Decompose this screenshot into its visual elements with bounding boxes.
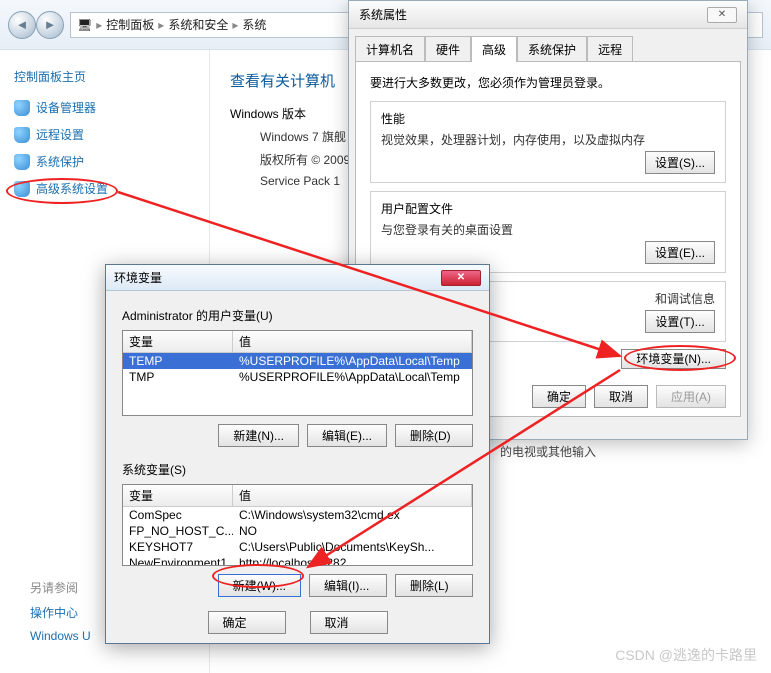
dialog-footer: 确定 取消 应用(A) — [532, 385, 726, 408]
breadcrumb-icon: 🖥 — [77, 18, 92, 32]
sidebar-item-device-manager[interactable]: 设备管理器 — [14, 99, 195, 116]
list-row[interactable]: NewEnvironment1http://localhost:8282 — [123, 555, 472, 566]
list-row[interactable]: FP_NO_HOST_C...NO — [123, 523, 472, 539]
settings-button[interactable]: 设置(E)... — [645, 241, 715, 264]
list-header: 变量 值 — [123, 331, 472, 353]
edit-button[interactable]: 编辑(E)... — [307, 424, 387, 447]
cancel-button[interactable]: 取消 — [594, 385, 648, 408]
sys-vars-label: 系统变量(S) — [122, 461, 473, 478]
delete-button[interactable]: 删除(D) — [395, 424, 473, 447]
group-user-profile: 用户配置文件 与您登录有关的桌面设置 设置(E)... — [370, 191, 726, 273]
list-row[interactable]: ComSpecC:\Windows\system32\cmd.ex — [123, 507, 472, 523]
shield-icon — [14, 100, 30, 116]
new-button[interactable]: 新建(N)... — [218, 424, 299, 447]
back-button[interactable]: ◄ — [8, 11, 36, 39]
watermark: CSDN @逃逸的卡路里 — [615, 645, 757, 665]
dialog-titlebar[interactable]: 系统属性 ✕ — [349, 1, 747, 29]
settings-button[interactable]: 设置(T)... — [645, 310, 715, 333]
nav-buttons: ◄ ► — [8, 11, 64, 39]
list-row[interactable]: TMP %USERPROFILE%\AppData\Local\Temp — [123, 369, 472, 385]
env-var-button[interactable]: 环境变量(N)... — [621, 349, 726, 369]
see-also-link[interactable]: Windows U — [30, 629, 91, 643]
list-row[interactable]: KEYSHOT7C:\Users\Public\Documents\KeySh.… — [123, 539, 472, 555]
close-icon[interactable]: ✕ — [707, 7, 737, 23]
sidebar-item-remote[interactable]: 远程设置 — [14, 126, 195, 143]
sidebar-item-advanced[interactable]: 高级系统设置 — [14, 180, 195, 197]
sidebar-item-protection[interactable]: 系统保护 — [14, 153, 195, 170]
tab-computer-name[interactable]: 计算机名 — [355, 36, 425, 62]
tab-advanced[interactable]: 高级 — [471, 36, 517, 62]
env-var-dialog: 环境变量 ✕ Administrator 的用户变量(U) 变量 值 TEMP … — [105, 264, 490, 644]
user-vars-label: Administrator 的用户变量(U) — [122, 307, 473, 324]
sys-vars-list[interactable]: 变量 值 ComSpecC:\Windows\system32\cmd.ex F… — [122, 484, 473, 566]
ok-button[interactable]: 确定 — [532, 385, 586, 408]
forward-button[interactable]: ► — [36, 11, 64, 39]
tabs: 计算机名 硬件 高级 系统保护 远程 — [349, 29, 747, 61]
dialog-title: 系统属性 — [359, 6, 407, 23]
delete-button[interactable]: 删除(L) — [395, 574, 473, 597]
breadcrumb-item[interactable]: 系统 — [242, 16, 266, 33]
tab-protection[interactable]: 系统保护 — [517, 36, 587, 62]
user-buttons: 新建(N)... 编辑(E)... 删除(D) — [122, 424, 473, 447]
breadcrumb-item[interactable]: 控制面板 — [106, 16, 154, 33]
see-also: 另请参阅 操作中心 Windows U — [30, 579, 91, 643]
list-header: 变量 值 — [123, 485, 472, 507]
close-icon[interactable]: ✕ — [441, 270, 481, 286]
apply-button: 应用(A) — [656, 385, 726, 408]
settings-button[interactable]: 设置(S)... — [645, 151, 715, 174]
tab-remote[interactable]: 远程 — [587, 36, 633, 62]
shield-icon — [14, 181, 30, 197]
ok-button[interactable]: 确定 — [208, 611, 286, 634]
new-button[interactable]: 新建(W)... — [218, 574, 301, 597]
truncated-text: 的电视或其他输入 — [500, 443, 596, 460]
user-vars-list[interactable]: 变量 值 TEMP %USERPROFILE%\AppData\Local\Te… — [122, 330, 473, 416]
edit-button[interactable]: 编辑(I)... — [309, 574, 387, 597]
see-also-link[interactable]: 操作中心 — [30, 604, 91, 621]
dialog-titlebar[interactable]: 环境变量 ✕ — [106, 265, 489, 291]
shield-icon — [14, 127, 30, 143]
admin-note: 要进行大多数更改，您必须作为管理员登录。 — [370, 74, 726, 91]
tab-hardware[interactable]: 硬件 — [425, 36, 471, 62]
dialog-footer: 确定 取消 — [122, 611, 473, 634]
cancel-button[interactable]: 取消 — [310, 611, 388, 634]
group-performance: 性能 视觉效果，处理器计划，内存使用，以及虚拟内存 设置(S)... — [370, 101, 726, 183]
sys-buttons: 新建(W)... 编辑(I)... 删除(L) — [122, 574, 473, 597]
breadcrumb-item[interactable]: 系统和安全 — [168, 16, 228, 33]
sidebar-title[interactable]: 控制面板主页 — [14, 68, 195, 85]
dialog-title: 环境变量 — [114, 269, 162, 286]
shield-icon — [14, 154, 30, 170]
list-row[interactable]: TEMP %USERPROFILE%\AppData\Local\Temp — [123, 353, 472, 369]
